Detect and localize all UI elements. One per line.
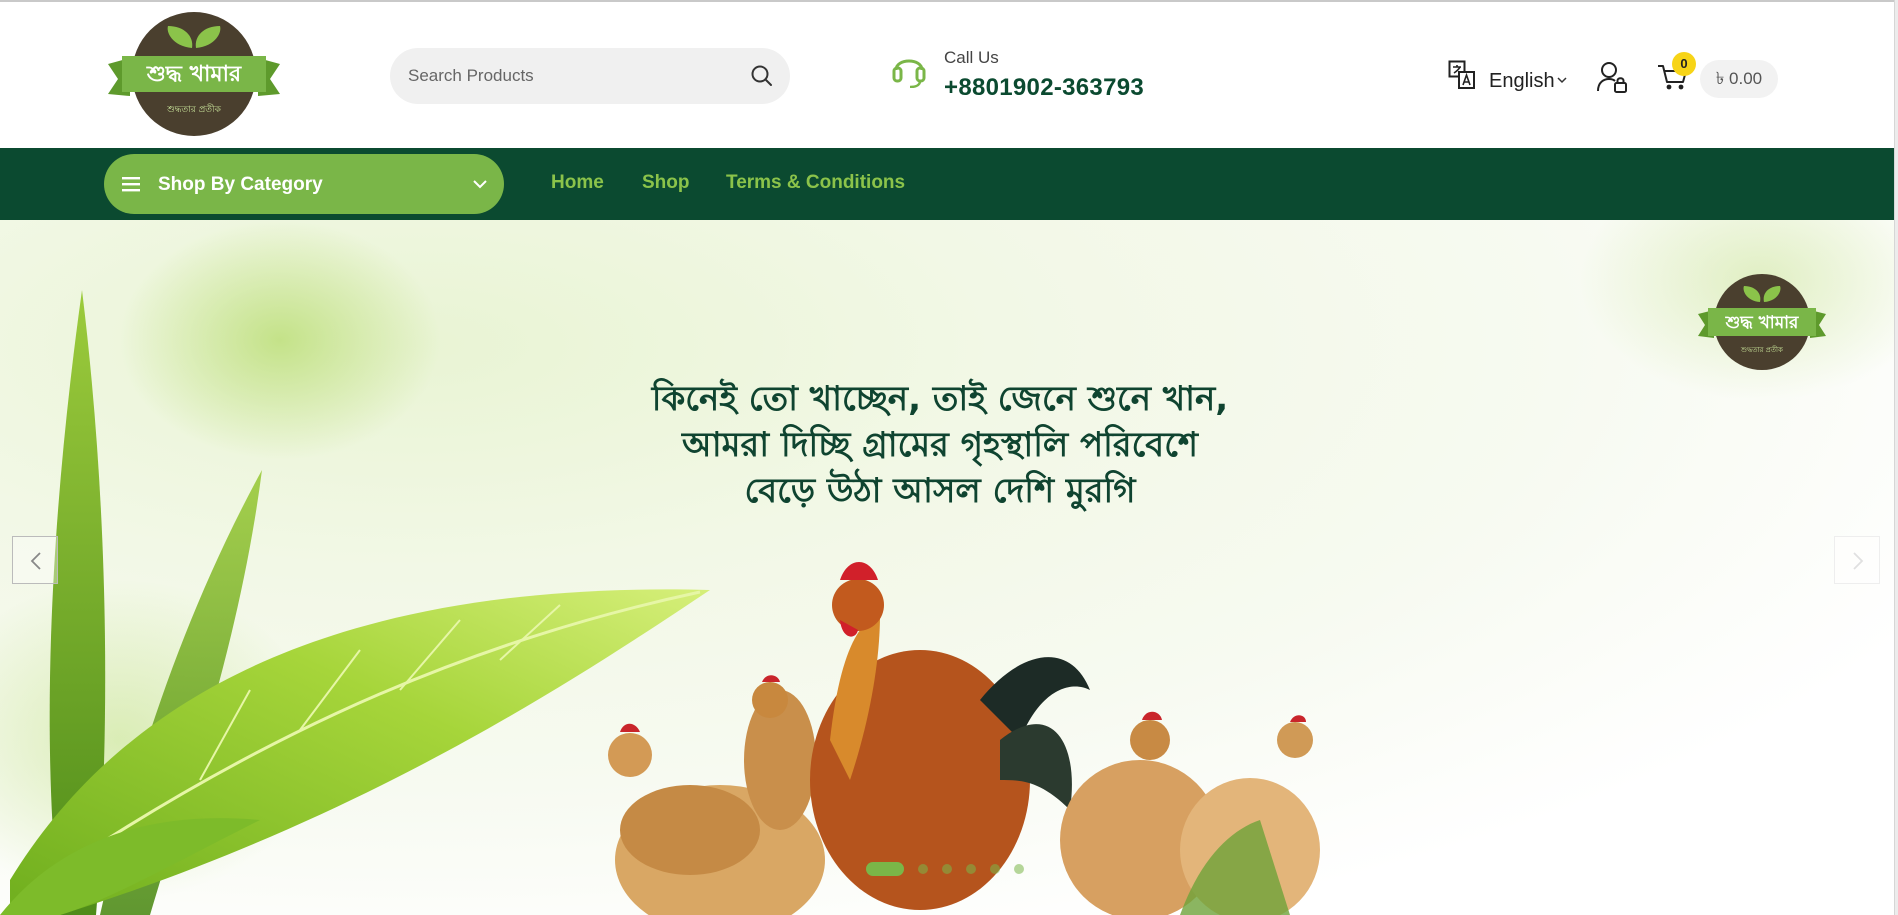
nav-link-shop[interactable]: Shop — [642, 172, 690, 194]
nav-link-terms[interactable]: Terms & Conditions — [726, 172, 905, 194]
slider-dot-active[interactable] — [866, 862, 904, 876]
brand-logo-tagline: শুদ্ধতার প্রতীক — [166, 103, 222, 115]
nav-link-home[interactable]: Home — [551, 172, 604, 194]
site-header: শুদ্ধ খামার শুদ্ধতার প্রতীক Call Us +880 — [0, 2, 1894, 148]
slider-dot[interactable] — [990, 864, 1000, 874]
search-button[interactable] — [748, 62, 776, 90]
slider-dot[interactable] — [1014, 864, 1024, 874]
slider-next-button[interactable] — [1834, 536, 1880, 584]
chevron-down-icon — [473, 180, 487, 189]
hero-logo-tagline: শুদ্ধতার প্রতীক — [1740, 345, 1783, 354]
slider-prev-button[interactable] — [12, 536, 58, 584]
brand-logo-text: শুদ্ধ খামার — [146, 62, 242, 87]
chevron-down-icon — [1557, 77, 1567, 84]
translate-icon — [1448, 60, 1475, 89]
hero-line: আমরা দিচ্ছি গ্রামের গৃহস্থালি পরিবেশে — [682, 425, 1198, 465]
hero-brand-logo: শুদ্ধ খামার শুদ্ধতার প্রতীক — [1694, 272, 1830, 372]
phone-number[interactable]: +8801902-363793 — [944, 74, 1144, 102]
shop-by-category-button[interactable]: Shop By Category — [104, 154, 504, 214]
search-icon — [751, 65, 772, 86]
slider-pagination — [866, 862, 1046, 876]
contact-block: Call Us +8801902-363793 — [892, 46, 1212, 108]
search-input[interactable] — [408, 48, 728, 104]
slider-dot[interactable] — [966, 864, 976, 874]
slider-dot[interactable] — [942, 864, 952, 874]
brand-logo[interactable]: শুদ্ধ খামার শুদ্ধতার প্রতীক — [102, 10, 286, 140]
search-bar — [390, 48, 790, 104]
headset-icon — [892, 59, 926, 88]
slider-dot[interactable] — [918, 864, 928, 874]
hero-brand-logo-graphic: শুদ্ধ খামার শুদ্ধতার প্রতীক — [1698, 274, 1826, 370]
hero-logo-text: শুদ্ধ খামার — [1725, 313, 1799, 333]
category-button-label: Shop By Category — [158, 174, 323, 195]
menu-icon — [122, 177, 140, 192]
window-right-edge — [1894, 0, 1898, 915]
hero-slider: কিনেই তো খাচ্ছেন, তাই জেনে শুনে খান, আমর… — [0, 220, 1894, 915]
hero-background-image — [0, 220, 1894, 915]
cart-total[interactable]: ৳ 0.00 — [1700, 60, 1778, 98]
language-label: English — [1489, 70, 1555, 92]
chevron-left-icon — [30, 552, 41, 570]
chevron-right-icon — [1853, 552, 1864, 570]
user-lock-icon — [1597, 62, 1627, 93]
call-us-label: Call Us — [944, 48, 999, 67]
page: শুদ্ধ খামার শুদ্ধতার প্রতীক Call Us +880 — [0, 0, 1894, 915]
language-selector[interactable]: English — [1448, 60, 1578, 100]
cart-count-badge: 0 — [1672, 52, 1696, 76]
main-nav: Shop By Category Home Shop Terms & Condi… — [0, 148, 1894, 220]
hero-line: বেড়ে উঠা আসল দেশি মুরগি — [744, 471, 1136, 511]
hero-headline: কিনেই তো খাচ্ছেন, তাই জেনে শুনে খান, আমর… — [560, 376, 1320, 514]
brand-logo-graphic: শুদ্ধ খামার শুদ্ধতার প্রতীক — [108, 12, 280, 136]
hero-line: কিনেই তো খাচ্ছেন, তাই জেনে শুনে খান, — [651, 379, 1229, 419]
account-button[interactable] — [1596, 60, 1628, 94]
